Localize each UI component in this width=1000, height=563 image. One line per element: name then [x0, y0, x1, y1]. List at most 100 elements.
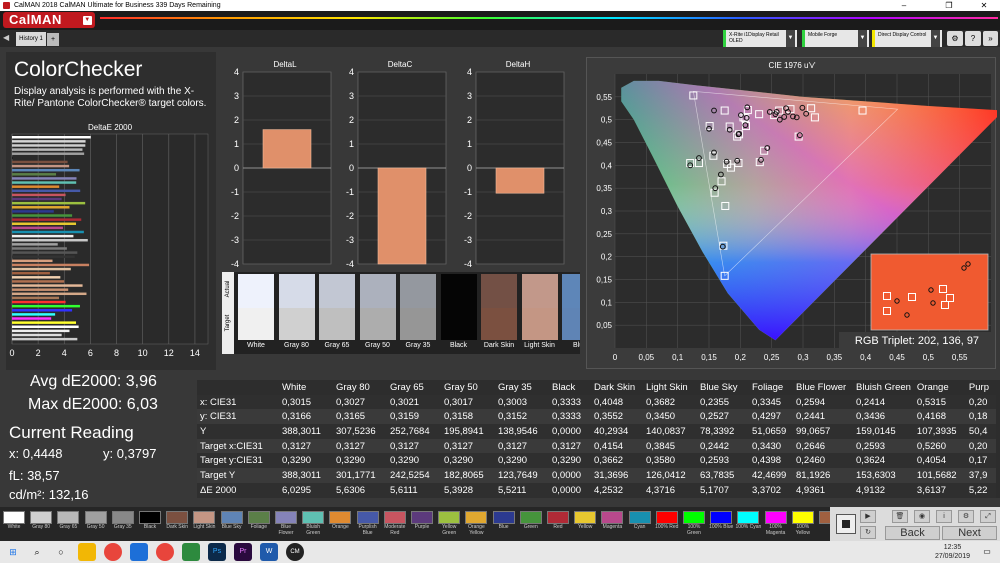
device-pattern-generator[interactable]: Mobile Forge ▼	[802, 30, 869, 47]
mail-icon[interactable]	[130, 543, 148, 561]
swatch[interactable]: Gray 80	[278, 274, 315, 352]
palette-patch[interactable]: Gray 35	[110, 511, 136, 538]
trash-button[interactable]: 🗑	[892, 510, 908, 523]
palette-patch[interactable]: Purple	[409, 511, 435, 538]
device-source-meter[interactable]: X-Rite i1Display Retail OLED ▼	[723, 30, 797, 47]
restore-button[interactable]: ❐	[935, 0, 963, 11]
deltae-bar	[12, 329, 70, 333]
table-column-header: Gray 35	[495, 380, 549, 395]
swatch[interactable]: Gray 50	[359, 274, 396, 352]
palette-patch[interactable]: Green	[518, 511, 544, 538]
read-continuous-button[interactable]: ↻	[860, 526, 876, 539]
options-button[interactable]: ⚙	[958, 510, 974, 523]
palette-patch[interactable]: Magenta	[599, 511, 625, 538]
palette-patch[interactable]: White	[1, 511, 27, 538]
palette-patch[interactable]: 100% Yellow	[790, 511, 816, 538]
calman-logo-menu[interactable]: CalMAN ▼	[3, 12, 95, 28]
swatch[interactable]: Gray 65	[319, 274, 355, 352]
minimize-button[interactable]: –	[890, 0, 918, 11]
table-cell: 195,8941	[441, 424, 495, 439]
palette-patch[interactable]: Cyan	[627, 511, 653, 538]
swatch[interactable]: Light Skin	[521, 274, 558, 352]
read-series-button[interactable]: ▶	[860, 510, 876, 523]
palette-patch[interactable]: Blue Flower	[273, 511, 299, 538]
premiere-icon[interactable]: Pr	[234, 543, 252, 561]
palette-patch[interactable]: Gray 80	[28, 511, 54, 538]
chrome-icon[interactable]	[104, 543, 122, 561]
palette-patch[interactable]: Black	[137, 511, 163, 538]
palette-swatch	[111, 511, 134, 524]
table-row: Target x:CIE31 0,3127 0,3127 0,3127 0,3127 0,…	[197, 438, 996, 454]
table-column-header: Blue Sky	[697, 380, 749, 395]
deltae-tick-label: 10	[138, 348, 148, 358]
close-button[interactable]: ✕	[970, 0, 998, 11]
palette-patch[interactable]: Yellow	[572, 511, 598, 538]
device-dropdown-icon[interactable]: ▼	[858, 30, 867, 47]
palette-patch[interactable]: Dark Skin	[164, 511, 190, 538]
info-button[interactable]: i	[936, 510, 952, 523]
swatch[interactable]: Dark Skin	[481, 274, 517, 352]
palette-patch[interactable]	[817, 511, 830, 538]
task-view-icon[interactable]: ○	[52, 543, 70, 561]
palette-patch[interactable]: Light Skin	[191, 511, 217, 538]
app-icon-green[interactable]	[182, 543, 200, 561]
tab-scroll-left-icon[interactable]: ◀	[3, 33, 9, 42]
table-cell: 0,3662	[591, 453, 643, 469]
swatch[interactable]: Gray 35	[400, 274, 436, 352]
browser-icon[interactable]	[156, 543, 174, 561]
next-button[interactable]: Next	[942, 526, 997, 540]
palette-patch[interactable]: Gray 65	[55, 511, 81, 538]
device-dropdown-icon[interactable]: ▼	[786, 30, 795, 47]
page-title: ColorChecker	[14, 58, 143, 81]
palette-patch[interactable]: Orange Yellow	[463, 511, 489, 538]
palette-patch[interactable]: Blue Sky	[219, 511, 245, 538]
palette-patch[interactable]: Foliage	[246, 511, 272, 538]
swatch[interactable]: Black	[440, 274, 477, 352]
file-explorer-icon[interactable]	[78, 543, 96, 561]
palette-patch[interactable]: 100% Blue	[708, 511, 734, 538]
help-button[interactable]: ?	[965, 31, 981, 46]
swatch[interactable]: White	[238, 274, 274, 352]
back-button[interactable]: Back	[885, 526, 940, 540]
stop-button[interactable]	[836, 514, 856, 534]
sidebar-toggle-button[interactable]: »	[983, 31, 998, 46]
swatch[interactable]: Blue	[562, 274, 580, 352]
palette-patch[interactable]: Yellow Green	[436, 511, 462, 538]
zoom-button[interactable]: ⤢	[980, 510, 996, 523]
camera-button[interactable]: ◉	[914, 510, 930, 523]
add-tab-button[interactable]: +	[47, 33, 59, 46]
table-row: Target y:CIE31 0,3290 0,3290 0,3290 0,3290 0,…	[197, 453, 996, 469]
device-display-control[interactable]: Direct Display Control ▼	[872, 30, 942, 47]
delta-bar	[377, 167, 427, 265]
palette-patch[interactable]: 100% Cyan	[735, 511, 761, 538]
palette-patch[interactable]: 100% Red	[654, 511, 680, 538]
device-dropdown-icon[interactable]: ▼	[931, 30, 940, 47]
tab-history-1[interactable]: History 1	[16, 32, 46, 46]
delta-tick-label: -3	[231, 235, 239, 245]
deltae-bar	[12, 259, 53, 263]
windows-start-icon[interactable]: ⊞	[4, 543, 22, 561]
palette-patch[interactable]: Red	[545, 511, 571, 538]
palette-patch[interactable]: Bluish Green	[300, 511, 326, 538]
search-icon[interactable]: ⌕	[28, 543, 46, 561]
photoshop-icon[interactable]: Ps	[208, 543, 226, 561]
table-cell: 4,9361	[793, 482, 853, 498]
notification-icon[interactable]: ▭	[978, 543, 996, 561]
palette-patch[interactable]: Purplish Blue	[355, 511, 381, 538]
data-table: White Gray 80 Gray 65 Gray 50 Gray 35 Black Da…	[197, 380, 996, 498]
window-title: CalMAN 2018 CalMAN Ultimate for Business…	[14, 2, 221, 9]
word-icon[interactable]: W	[260, 543, 278, 561]
table-cell: 5,3928	[441, 482, 495, 498]
palette-patch[interactable]: Gray 50	[83, 511, 109, 538]
delta-tick-label: 3	[349, 91, 354, 101]
palette-patch[interactable]: Moderate Red	[382, 511, 408, 538]
deltae-bar	[12, 276, 61, 279]
palette-patch[interactable]: Orange	[327, 511, 353, 538]
palette-patch[interactable]: 100% Green	[681, 511, 707, 538]
palette-patch[interactable]: 100% Magenta	[763, 511, 789, 538]
deltae-bar	[12, 247, 67, 250]
table-cell: 0,3127	[549, 438, 591, 454]
calman-taskbar-icon[interactable]: CM	[286, 543, 304, 561]
settings-gear-button[interactable]: ⚙	[947, 31, 963, 46]
palette-patch[interactable]: Blue	[491, 511, 517, 538]
